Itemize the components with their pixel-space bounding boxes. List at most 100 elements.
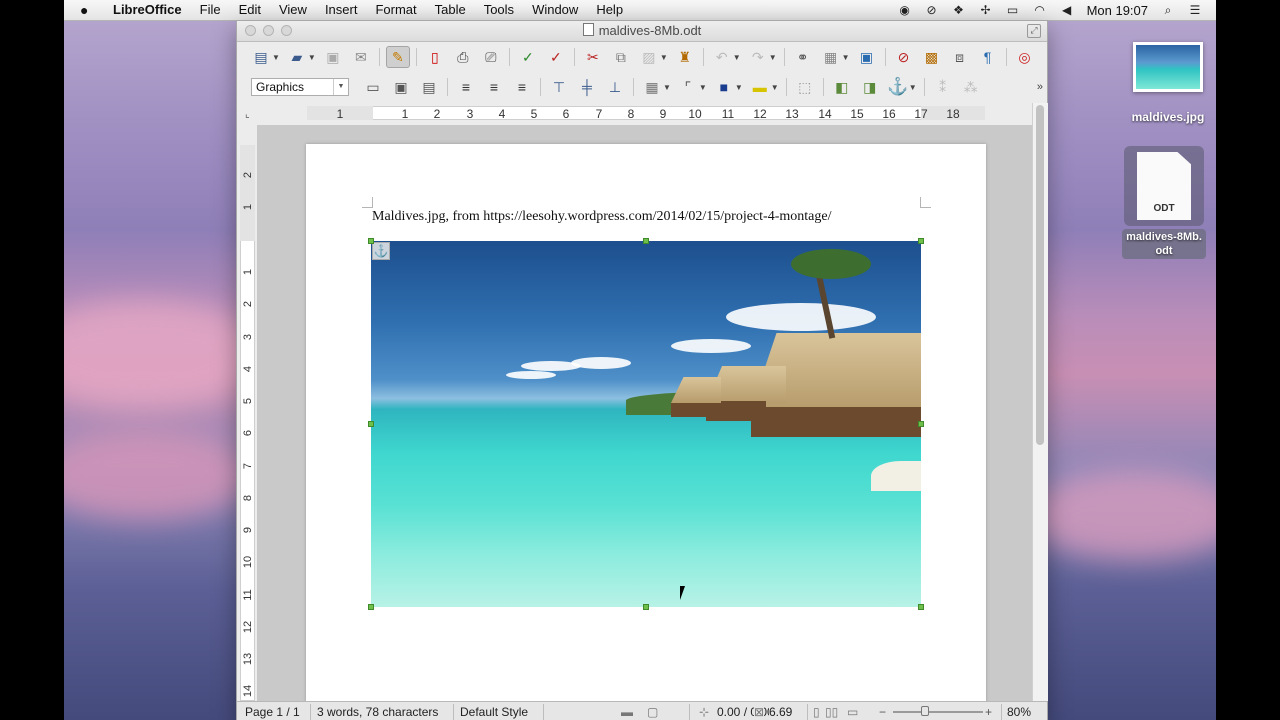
resize-handle[interactable] [368, 604, 374, 610]
link-frames-icon[interactable]: ⁑ [931, 76, 955, 98]
resize-handle[interactable] [368, 238, 374, 244]
wifi-icon[interactable]: ◠ [1033, 3, 1047, 17]
print-preview-icon[interactable]: ⎚ [479, 46, 503, 68]
anchor-icon[interactable]: ⚓ [886, 76, 910, 98]
apple-icon[interactable]: ● [80, 3, 94, 17]
undo-icon[interactable]: ↶ [710, 46, 734, 68]
align-top-icon[interactable]: ⊤ [547, 76, 571, 98]
resize-handle[interactable] [643, 238, 649, 244]
list-icon[interactable]: ☰ [1188, 3, 1202, 17]
unlink-frames-icon[interactable]: ⁂ [959, 76, 983, 98]
word-count[interactable]: 3 words, 78 characters [317, 705, 438, 719]
desktop-icon-odt-file[interactable]: ODT maldives-8Mb. odt [1116, 146, 1212, 259]
align-bottom-icon[interactable]: ⊥ [603, 76, 627, 98]
menu-view[interactable]: View [270, 0, 316, 20]
menu-table[interactable]: Table [426, 0, 475, 20]
new-document-icon[interactable]: ▤ [249, 46, 273, 68]
wrap-page-icon[interactable]: ▣ [389, 76, 413, 98]
chevron-down-icon[interactable]: ▼ [272, 53, 280, 62]
clone-formatting-icon[interactable]: ♜ [673, 46, 697, 68]
align-middle-icon[interactable]: ╪ [575, 76, 599, 98]
table-icon[interactable]: ▦ [819, 46, 843, 68]
zoom-out-button[interactable]: − [879, 705, 886, 719]
data-sources-icon[interactable]: ⧈ [948, 46, 972, 68]
help-icon[interactable]: ◎ [1013, 46, 1037, 68]
chevron-down-icon[interactable]: ▼ [660, 53, 668, 62]
chevron-down-icon[interactable]: ▼ [333, 79, 348, 95]
dropbox-icon[interactable]: ❖ [952, 3, 966, 17]
menu-file[interactable]: File [191, 0, 230, 20]
border-color-icon[interactable]: ■ [712, 76, 736, 98]
tab-stop-icon[interactable]: ⌞ [245, 109, 250, 120]
hyperlink-icon[interactable]: ⚭ [791, 46, 815, 68]
menu-edit[interactable]: Edit [230, 0, 270, 20]
document-page[interactable]: Maldives.jpg, from https://leesohy.wordp… [306, 144, 986, 701]
chevron-down-icon[interactable]: ▼ [663, 83, 671, 92]
resize-handle[interactable] [368, 421, 374, 427]
horizontal-ruler[interactable]: ⌞ 1 1 2 3 4 5 6 7 8 9 10 11 12 13 14 15 … [237, 103, 1047, 125]
redo-icon[interactable]: ↷ [746, 46, 770, 68]
background-color-icon[interactable]: ▬ [748, 76, 772, 98]
chevron-down-icon[interactable]: ▼ [308, 53, 316, 62]
navigator-icon[interactable]: ⊘ [892, 46, 916, 68]
book-view-icon[interactable]: ▭ [847, 705, 858, 719]
menu-insert[interactable]: Insert [316, 0, 367, 20]
caption-text[interactable]: Maldives.jpg, from https://leesohy.wordp… [372, 209, 831, 225]
bluetooth-icon[interactable]: ✢ [979, 3, 993, 17]
fullscreen-icon[interactable]: ⤢ [1027, 24, 1041, 38]
desktop-icon-maldives-jpg[interactable]: maldives.jpg [1128, 42, 1208, 124]
bring-to-front-icon[interactable]: ◧ [830, 76, 854, 98]
export-pdf-icon[interactable]: ▯ [423, 46, 447, 68]
maldives-image[interactable] [371, 241, 921, 607]
selection-mode-icon[interactable]: ▬ [621, 705, 633, 719]
document-modified-icon[interactable]: ▢ [647, 705, 658, 719]
email-icon[interactable]: ✉ [349, 46, 373, 68]
chevron-down-icon[interactable]: ▼ [699, 83, 707, 92]
formatting-marks-icon[interactable]: ¶ [976, 46, 1000, 68]
gallery-icon[interactable]: ▩ [920, 46, 944, 68]
send-to-back-icon[interactable]: ◨ [858, 76, 882, 98]
autospellcheck-icon[interactable]: ✓ [544, 46, 568, 68]
vertical-ruler[interactable]: 2 1 1 2 3 4 5 6 7 8 9 10 11 12 13 14 [237, 145, 257, 701]
page-indicator[interactable]: Page 1 / 1 [245, 705, 300, 719]
multi-page-view-icon[interactable]: ▯▯ [825, 705, 838, 719]
anchor-icon[interactable]: ⚓ [372, 242, 390, 260]
borders-icon[interactable]: ▦ [640, 76, 664, 98]
spellcheck-icon[interactable]: ✓ [516, 46, 540, 68]
menu-help[interactable]: Help [587, 0, 632, 20]
clock[interactable]: Mon 19:07 [1087, 3, 1148, 18]
resize-handle[interactable] [918, 421, 924, 427]
menu-tools[interactable]: Tools [475, 0, 523, 20]
menu-app-name[interactable]: LibreOffice [104, 0, 191, 20]
single-page-view-icon[interactable]: ▯ [813, 705, 820, 719]
toolbar-overflow-icon[interactable]: » [1037, 81, 1043, 93]
wrap-off-icon[interactable]: ▭ [361, 76, 385, 98]
zoom-in-button[interactable]: + [985, 705, 992, 719]
copy-icon[interactable]: ⧉ [609, 46, 633, 68]
battery-icon[interactable]: ▭ [1006, 3, 1020, 17]
scrollbar-thumb[interactable] [1036, 105, 1044, 445]
paste-icon[interactable]: ▨ [637, 46, 661, 68]
zoom-slider[interactable] [893, 711, 983, 713]
align-right-icon[interactable]: ≡ [510, 76, 534, 98]
resize-handle[interactable] [918, 238, 924, 244]
edit-mode-icon[interactable]: ✎ [385, 46, 410, 68]
align-left-icon[interactable]: ≡ [454, 76, 478, 98]
chevron-down-icon[interactable]: ▼ [735, 83, 743, 92]
vertical-scrollbar[interactable] [1032, 103, 1048, 701]
chevron-down-icon[interactable]: ▼ [769, 53, 777, 62]
volume-icon[interactable]: ◀ [1060, 3, 1074, 17]
open-folder-icon[interactable]: ▰ [285, 46, 309, 68]
search-icon[interactable]: ⌕ [1161, 3, 1175, 17]
chevron-down-icon[interactable]: ▼ [733, 53, 741, 62]
print-icon[interactable]: ⎙ [451, 46, 475, 68]
resize-handle[interactable] [918, 604, 924, 610]
properties-icon[interactable]: ⬚ [793, 76, 817, 98]
chevron-down-icon[interactable]: ▼ [909, 83, 917, 92]
document-area[interactable]: Maldives.jpg, from https://leesohy.wordp… [257, 125, 1032, 701]
border-style-icon[interactable]: ⌜ [676, 76, 700, 98]
menu-window[interactable]: Window [523, 0, 587, 20]
save-icon[interactable]: ▣ [321, 46, 345, 68]
resize-handle[interactable] [643, 604, 649, 610]
zoom-level[interactable]: 80% [1007, 705, 1031, 719]
